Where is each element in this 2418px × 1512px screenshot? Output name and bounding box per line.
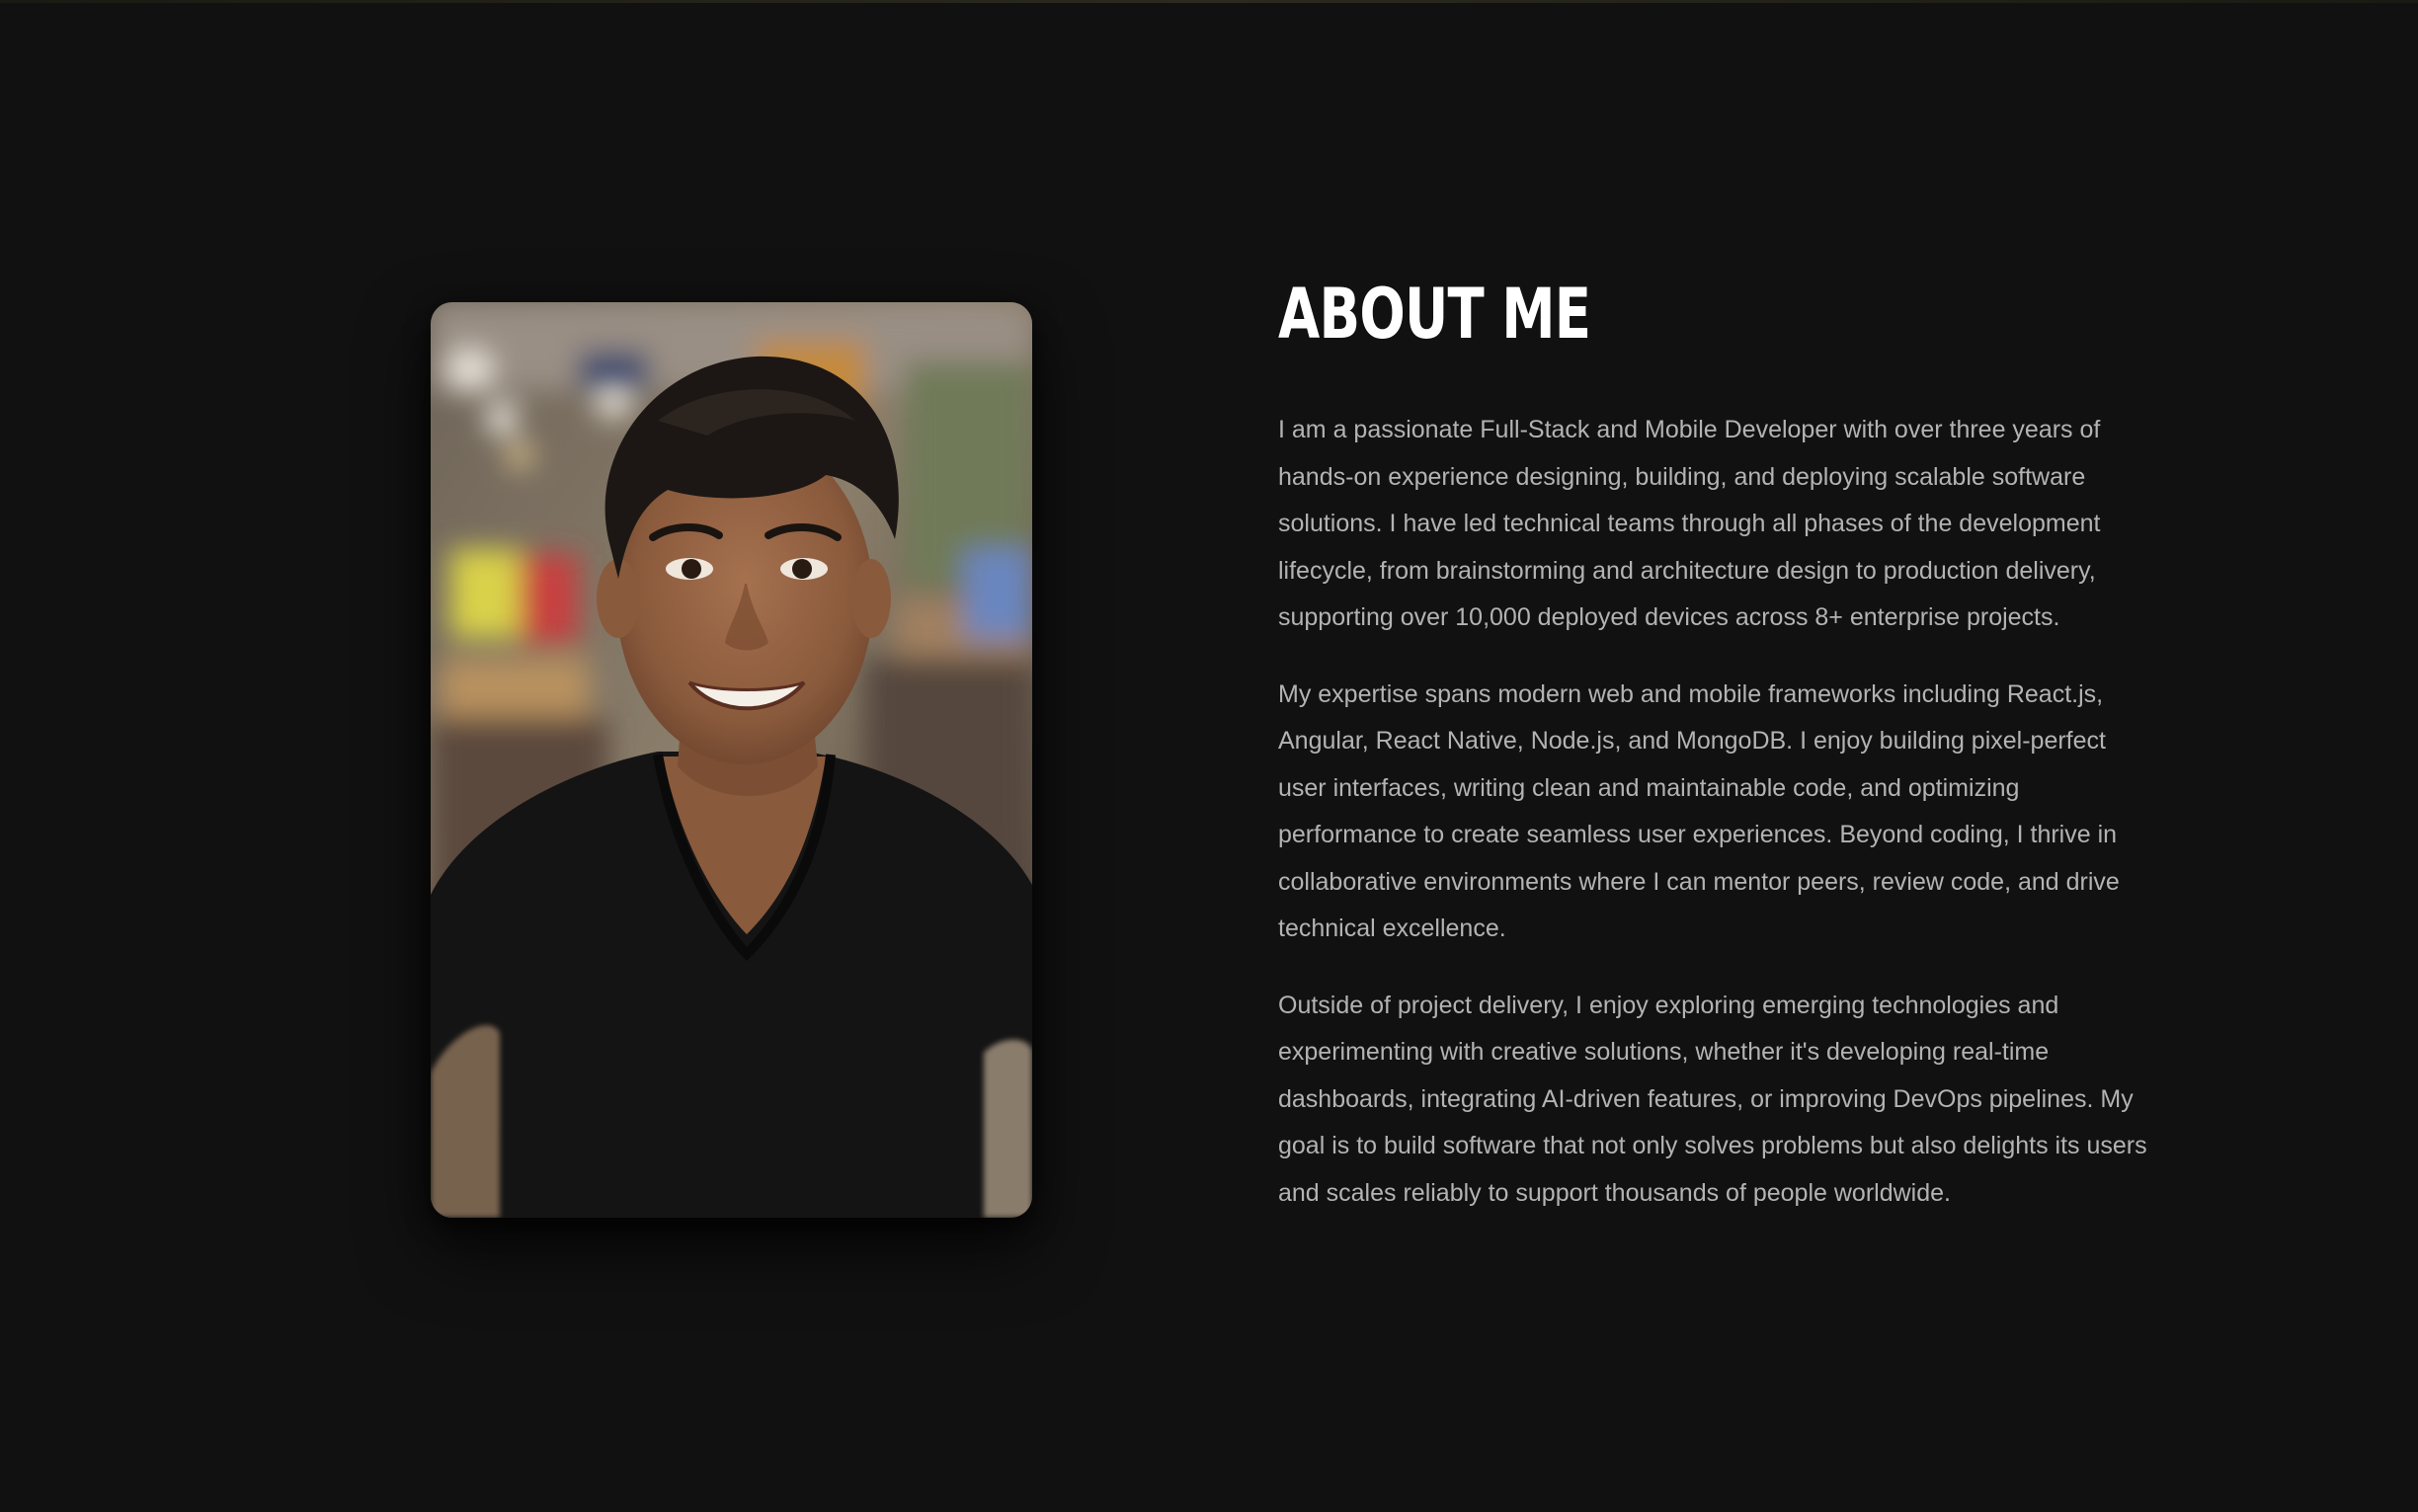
about-body: I am a passionate Full-Stack and Mobile …: [1278, 407, 2147, 1217]
about-paragraph-2: My expertise spans modern web and mobile…: [1278, 679, 2120, 943]
about-content: ABOUT ME I am a passionate Full-Stack an…: [1278, 265, 2147, 1246]
about-paragraph-1: I am a passionate Full-Stack and Mobile …: [1278, 416, 2101, 631]
about-heading: ABOUT ME: [1278, 274, 1591, 355]
portrait-illustration: [431, 302, 1032, 1218]
about-section: ABOUT ME I am a passionate Full-Stack an…: [0, 0, 2418, 1512]
profile-photo: [431, 302, 1032, 1218]
about-paragraph-3: Outside of project delivery, I enjoy exp…: [1278, 991, 2147, 1207]
